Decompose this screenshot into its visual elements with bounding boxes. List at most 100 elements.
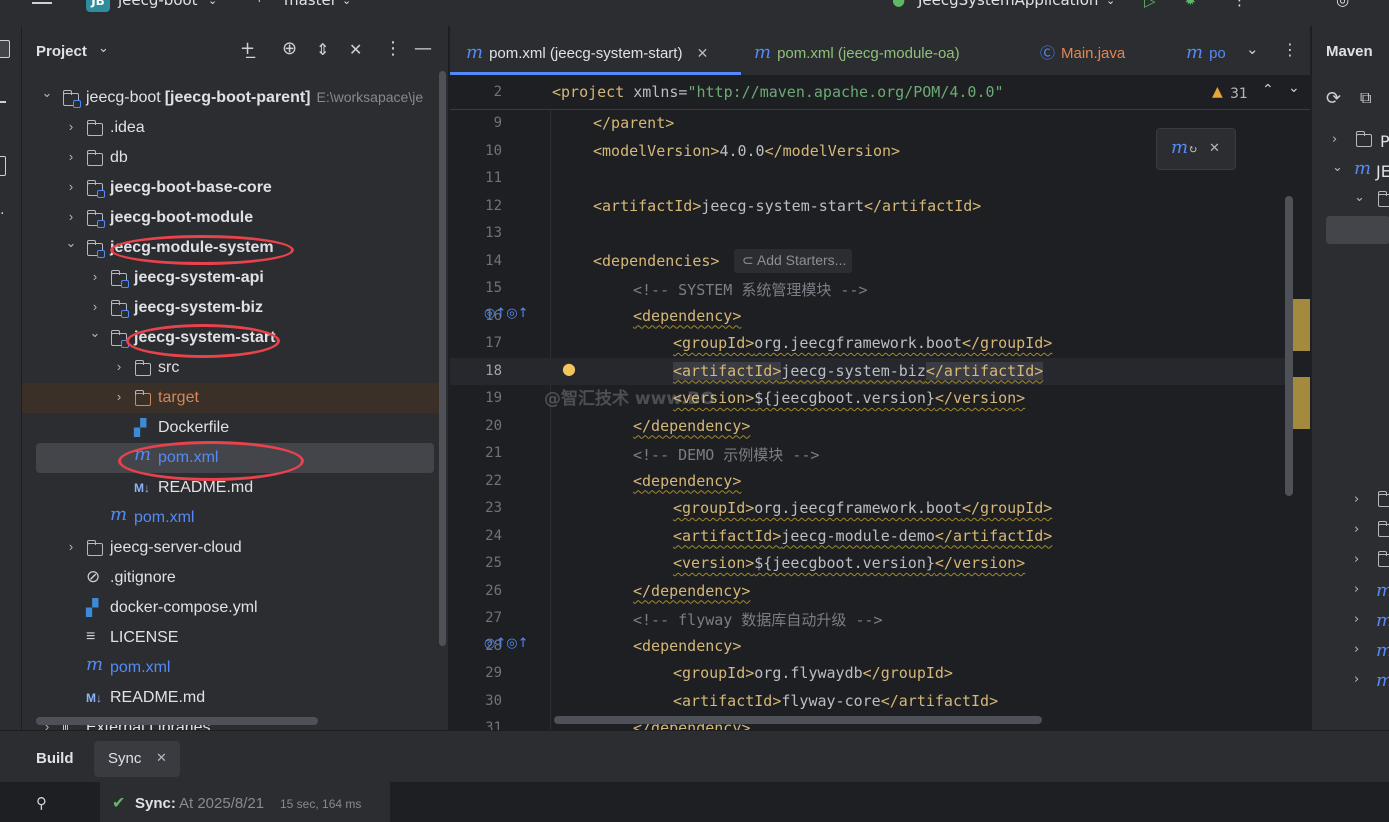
gutter-separator — [550, 110, 551, 730]
next-warning-icon[interactable]: ⌄ — [1288, 80, 1300, 96]
tree-item[interactable]: ▞ Dockerfile — [22, 413, 442, 443]
chevron-right-icon[interactable]: › — [88, 269, 102, 284]
tree-item[interactable]: › jeecg-boot-module — [22, 203, 442, 233]
tree-item[interactable]: m pom.xml — [22, 653, 442, 683]
chevron-right-icon[interactable]: › — [88, 299, 102, 314]
chevron-right-icon[interactable]: › — [1332, 132, 1337, 147]
project-hscrollbar[interactable] — [36, 717, 318, 725]
branch-name[interactable]: master — [284, 0, 337, 9]
run-icon[interactable]: ▷ — [1144, 0, 1156, 10]
tab-build[interactable]: Build — [36, 750, 74, 767]
lightbulb-icon[interactable]: ● — [562, 359, 576, 378]
options-icon[interactable]: ⋮ — [384, 38, 402, 59]
chevron-down-icon[interactable]: ⌄ — [1106, 0, 1115, 7]
prev-warning-icon[interactable]: ⌃ — [1262, 82, 1274, 98]
hide-panel-icon[interactable]: — — [414, 38, 432, 59]
project-name[interactable]: jeecg-boot — [118, 0, 198, 9]
chevron-right-icon[interactable]: › — [64, 179, 78, 194]
maven-reload-icon[interactable]: m↻ — [1171, 137, 1197, 158]
code-editor[interactable]: 2 <project xmlns="http://maven.apache.or… — [450, 76, 1310, 730]
project-tool-icon[interactable] — [0, 40, 10, 58]
locate-icon[interactable]: ⊕ — [282, 38, 297, 59]
starters-icon: ⊂ — [742, 251, 757, 268]
main-menu-icon[interactable] — [32, 0, 54, 10]
tab-main-java[interactable]: Ⓒ Main.java — [1040, 42, 1125, 63]
pin-icon[interactable]: ⚲ — [36, 794, 47, 812]
tree-item[interactable]: ≡ LICENSE — [22, 623, 442, 653]
line-number: 18 — [485, 362, 502, 379]
reload-icon[interactable]: ⟳ — [1326, 88, 1341, 109]
chevron-down-icon[interactable]: ⌄ — [64, 235, 78, 251]
chevron-right-icon[interactable]: › — [64, 209, 78, 224]
collapse-all-icon[interactable]: ✕ — [349, 40, 362, 59]
more-icon[interactable]: ⋮ — [1232, 0, 1247, 9]
close-icon[interactable]: ✕ — [697, 45, 709, 61]
tree-item[interactable]: › src — [22, 353, 442, 383]
tree-item[interactable]: › jeecg-system-biz — [22, 293, 442, 323]
commit-tool-icon[interactable] — [0, 101, 6, 103]
tree-item[interactable]: › .idea — [22, 113, 442, 143]
tree-item[interactable]: m pom.xml — [22, 503, 442, 533]
chevron-right-icon[interactable]: › — [1354, 582, 1359, 597]
chevron-down-icon[interactable]: ⌄ — [208, 0, 217, 7]
ai-assistant-icon[interactable]: ◎ — [1336, 0, 1349, 9]
chevron-right-icon[interactable]: › — [1354, 492, 1359, 507]
add-starters-button[interactable]: ⊂ Add Starters... — [734, 248, 853, 273]
tab-pom-system-start[interactable]: m pom.xml (jeecg-system-start) ✕ — [466, 42, 708, 63]
tree-item[interactable]: › jeecg-boot-base-core — [22, 173, 442, 203]
tree-item[interactable]: › jeecg-system-api — [22, 263, 442, 293]
chevron-right-icon[interactable]: › — [1354, 642, 1359, 657]
project-scrollbar[interactable] — [439, 71, 446, 646]
docker-icon: ▞ — [86, 600, 99, 617]
tree-item[interactable]: ▞ docker-compose.yml — [22, 593, 442, 623]
maven-panel-title[interactable]: Maven — [1326, 43, 1373, 60]
warnings-count[interactable]: 31 — [1230, 86, 1248, 102]
chevron-right-icon[interactable]: › — [1354, 612, 1359, 627]
close-icon[interactable]: ✕ — [156, 751, 167, 766]
chevron-down-icon[interactable]: ⌄ — [1332, 160, 1343, 175]
maven-tree-item[interactable]: Pr — [1380, 132, 1389, 151]
expand-all-icon[interactable]: ⇕ — [316, 40, 329, 59]
tab-pom-module-oa[interactable]: m pom.xml (jeecg-module-oa) — [754, 42, 960, 63]
more-tools-icon[interactable]: · — [0, 206, 4, 222]
editor-vscrollbar[interactable] — [1285, 196, 1293, 496]
reimport-icon[interactable]: ⧉ — [1360, 88, 1371, 108]
tree-item[interactable]: › jeecg-server-cloud — [22, 533, 442, 563]
chevron-right-icon[interactable]: › — [64, 119, 78, 134]
chevron-right-icon[interactable]: › — [112, 359, 126, 374]
chevron-down-icon[interactable]: ⌄ — [1246, 40, 1259, 58]
chevron-right-icon[interactable]: › — [112, 389, 126, 404]
override-gutter-icon[interactable]: ◎↑◎↑ — [484, 636, 528, 651]
tree-item[interactable]: › target — [22, 383, 442, 413]
tree-item[interactable]: › db — [22, 143, 442, 173]
tab-pom-truncated[interactable]: m po — [1186, 42, 1226, 63]
more-icon[interactable]: ⋮ — [1282, 40, 1298, 59]
debug-icon[interactable]: ✹ — [1184, 0, 1197, 9]
warning-icon[interactable]: ▲ — [1212, 84, 1223, 100]
structure-tool-icon[interactable] — [0, 156, 6, 176]
chevron-right-icon[interactable]: › — [1354, 552, 1359, 567]
chevron-right-icon[interactable]: › — [1354, 672, 1359, 687]
run-config-name[interactable]: JeecgSystemApplication — [918, 0, 1098, 9]
project-badge[interactable]: JB — [86, 0, 110, 12]
chevron-down-icon[interactable]: ⌄ — [98, 41, 109, 56]
line-number: 10 — [485, 142, 502, 159]
tab-sync[interactable]: Sync ✕ — [94, 741, 180, 777]
add-icon[interactable]: +̲ — [240, 38, 255, 59]
chevron-down-icon[interactable]: ⌄ — [1354, 190, 1365, 205]
chevron-down-icon[interactable]: ⌄ — [88, 325, 102, 341]
tree-item[interactable]: ⊘ .gitignore — [22, 563, 442, 593]
close-icon[interactable]: ✕ — [1209, 141, 1220, 156]
tree-item[interactable]: ⌄ jeecg-boot [jeecg-boot-parent] E:\worksap… — [22, 83, 442, 113]
editor-hscrollbar[interactable] — [554, 716, 1042, 724]
chevron-right-icon[interactable]: › — [64, 149, 78, 164]
chevron-down-icon[interactable]: ⌄ — [342, 0, 351, 7]
override-gutter-icon[interactable]: ◎↑◎↑ — [484, 306, 528, 321]
project-panel-title[interactable]: Project — [36, 43, 87, 60]
chevron-right-icon[interactable]: › — [1354, 522, 1359, 537]
maven-reload-popup[interactable]: m↻ ✕ — [1156, 128, 1236, 170]
chevron-right-icon[interactable]: › — [64, 539, 78, 554]
maven-tree-item[interactable]: JE — [1376, 162, 1389, 181]
tree-item[interactable]: M↓ README.md — [22, 683, 442, 713]
chevron-down-icon[interactable]: ⌄ — [40, 85, 54, 101]
